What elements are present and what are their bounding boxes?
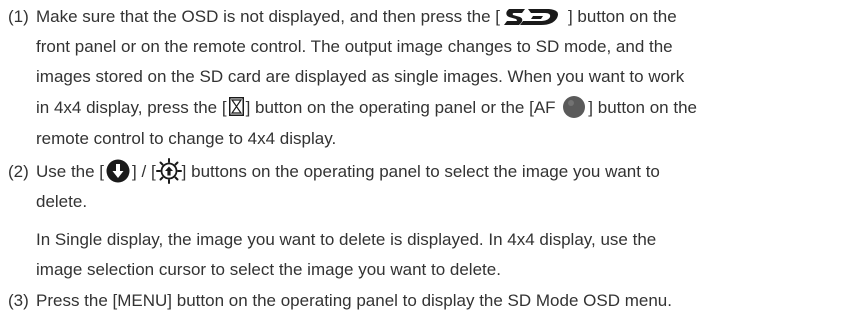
step-1-line-3: images stored on the SD card are display… — [36, 67, 685, 86]
step-3-text: Press the [MENU] button on the operating… — [36, 291, 672, 310]
hourglass-icon — [228, 97, 244, 117]
step-2-line-3: In Single display, the image you want to… — [36, 230, 657, 249]
step-2-line-2: delete. — [36, 192, 88, 211]
step-1-text-4b: ] button on the operating panel or the [… — [245, 98, 556, 117]
step-1-text-a: Make sure that the OSD is not displayed,… — [36, 7, 500, 26]
step-1-text-4c: ] button on the — [588, 98, 697, 117]
down-arrow-icon — [106, 159, 130, 183]
step-1-line-5: remote control to change to 4x4 display. — [36, 129, 337, 148]
step-2-text-b: ] / [ — [132, 162, 156, 181]
af-circle-icon — [563, 95, 586, 118]
step-3-number: (3) — [8, 291, 29, 310]
step-2-text-a: Use the [ — [36, 162, 105, 181]
step-2-number: (2) — [8, 162, 29, 181]
step-1-number: (1) — [8, 7, 29, 26]
step-1-text-b: ] button on the — [567, 7, 677, 26]
step-2-text-c: ] buttons on the operating panel to sele… — [181, 162, 660, 181]
step-2-line-4: image selection cursor to select the ima… — [36, 260, 501, 279]
step-1-text-4a: in 4x4 display, press the [ — [36, 98, 227, 117]
focus-sun-icon — [155, 157, 182, 184]
instruction-page: (1) Make sure that the OSD is not displa… — [0, 0, 855, 336]
step-1-line-2: front panel or on the remote control. Th… — [36, 37, 673, 56]
sd-logo-icon — [503, 8, 558, 25]
step-1-line-4: in 4x4 display, press the [ ] button on … — [36, 93, 697, 123]
